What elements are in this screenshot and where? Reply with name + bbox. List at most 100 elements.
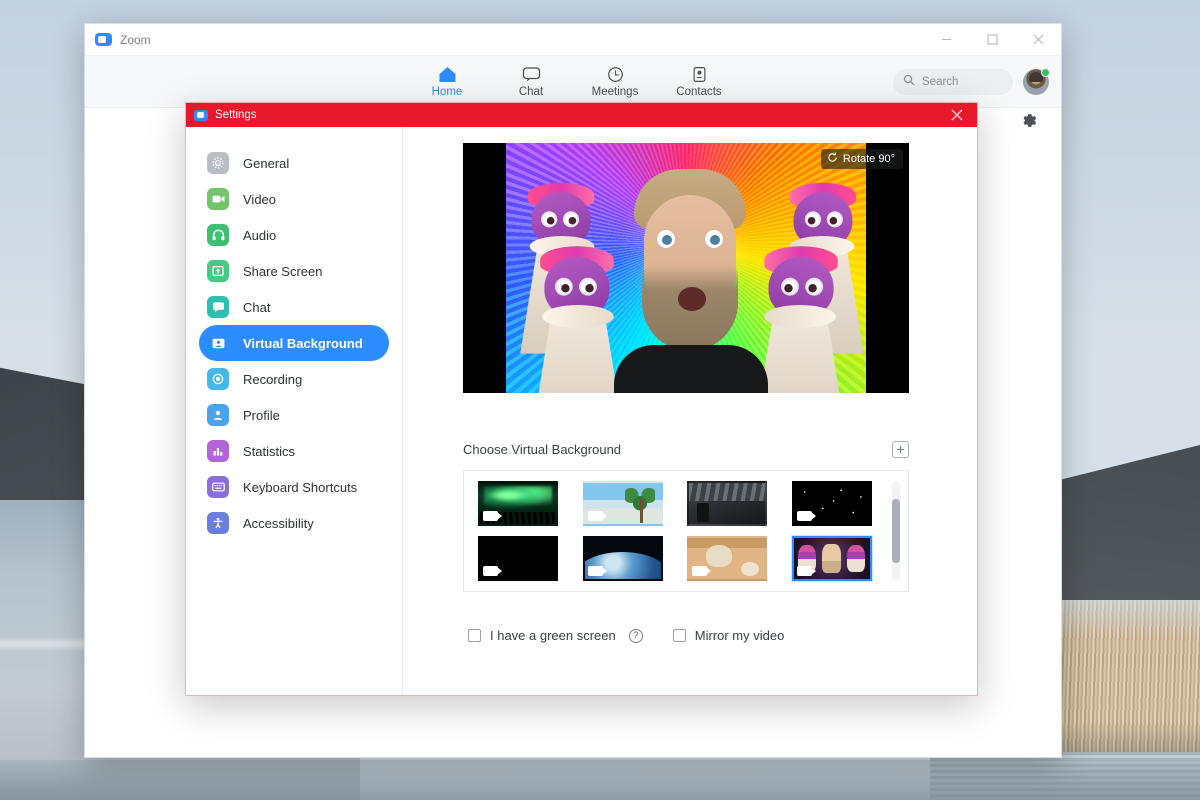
settings-dialog-body: General Video Audio Share Screen Chat Vi…	[186, 127, 977, 695]
thumbnail-muppets-psychedelic[interactable]	[790, 535, 873, 582]
tab-home[interactable]: Home	[422, 66, 472, 98]
settings-dialog-title: Settings	[215, 109, 257, 121]
avatar[interactable]	[1023, 67, 1050, 95]
online-status-badge	[1041, 67, 1050, 77]
sidebar-item-general[interactable]: General	[199, 145, 389, 181]
settings-dialog-titlebar: Settings	[186, 103, 977, 127]
person-card-icon	[207, 332, 229, 354]
video-badge-icon	[796, 511, 816, 521]
thumbnail-black-background[interactable]	[478, 536, 558, 581]
sidebar-item-label: Share Screen	[243, 263, 323, 279]
video-camera-icon	[207, 188, 229, 210]
green-screen-label: I have a green screen	[490, 628, 616, 643]
clock-icon	[606, 66, 625, 84]
rotate-90-button[interactable]: Rotate 90°	[820, 149, 903, 169]
app-title: Zoom	[120, 32, 151, 47]
nav-tab-group: Home Chat Meetings Contacts	[422, 66, 724, 98]
sidebar-item-profile[interactable]: Profile	[199, 397, 389, 433]
thumbnail-earth-from-space[interactable]	[582, 536, 663, 581]
rotate-90-label: Rotate 90°	[842, 153, 895, 165]
mirror-video-checkbox[interactable]: Mirror my video	[672, 628, 785, 643]
sidebar-item-video[interactable]: Video	[199, 181, 389, 217]
thumbnail-tropical-beach[interactable]	[582, 481, 663, 526]
tab-chat-label: Chat	[518, 85, 544, 98]
tab-home-label: Home	[431, 85, 463, 98]
sidebar-item-label: Virtual Background	[243, 335, 363, 351]
sidebar-item-label: Recording	[243, 371, 303, 387]
sidebar-item-label: Accessibility	[243, 515, 314, 531]
zoom-camera-icon	[194, 109, 208, 121]
thumbnail-puppies[interactable]	[687, 536, 767, 581]
thumbnail-starfield[interactable]	[791, 481, 872, 526]
wallpaper-foreground	[0, 760, 1200, 800]
search-placeholder: Search	[922, 75, 959, 88]
thumbnail-grid	[478, 481, 882, 582]
video-preview-background	[506, 143, 866, 393]
checkbox-box[interactable]	[468, 629, 481, 642]
video-badge-icon	[483, 566, 502, 576]
scrollbar-thumb[interactable]	[892, 499, 900, 563]
background-options-row: I have a green screen ? Mirror my video	[463, 628, 953, 643]
video-badge-icon	[587, 566, 607, 576]
sidebar-item-chat[interactable]: Chat	[199, 289, 389, 325]
chat-bubble-icon	[522, 66, 541, 84]
video-badge-icon	[483, 511, 502, 521]
checkbox-box[interactable]	[672, 629, 686, 642]
share-screen-icon	[207, 260, 229, 282]
sidebar-item-accessibility[interactable]: Accessibility	[199, 505, 389, 541]
thumbnail-aurora-borealis[interactable]	[478, 481, 558, 526]
sidebar-item-audio[interactable]: Audio	[199, 217, 389, 253]
virtual-background-thumbnails-panel	[463, 470, 909, 592]
bar-chart-icon	[207, 440, 229, 462]
mirror-video-label: Mirror my video	[694, 628, 785, 643]
accessibility-icon	[207, 512, 229, 534]
tab-meetings-label: Meetings	[591, 85, 639, 98]
question-mark-icon[interactable]: ?	[628, 628, 643, 643]
close-icon[interactable]	[1015, 24, 1061, 55]
tab-chat[interactable]: Chat	[506, 66, 556, 98]
keyboard-icon	[207, 476, 229, 498]
contact-card-icon	[690, 66, 709, 84]
tab-meetings[interactable]: Meetings	[590, 66, 640, 98]
headphones-icon	[207, 224, 229, 246]
desktop-wallpaper: Zoom Home Chat Meetings Contacts Search …	[0, 0, 1200, 800]
thumbnail-scrollbar[interactable]	[892, 481, 900, 581]
sidebar-item-label: Keyboard Shortcuts	[243, 479, 358, 495]
video-badge-icon	[587, 511, 607, 521]
home-icon	[438, 66, 457, 84]
sidebar-item-virtual-background[interactable]: Virtual Background	[199, 325, 389, 361]
settings-close-button[interactable]	[937, 103, 977, 127]
choose-background-label: Choose Virtual Background	[463, 442, 622, 457]
search-icon	[903, 74, 915, 89]
minimize-icon[interactable]	[923, 24, 969, 55]
add-background-button[interactable]	[892, 441, 909, 458]
gear-icon[interactable]	[1021, 112, 1038, 134]
muppet-figure	[754, 246, 846, 393]
thumbnail-spaceship-interior[interactable]	[687, 481, 767, 526]
sidebar-item-label: Chat	[243, 299, 271, 315]
zoom-camera-icon	[95, 33, 112, 46]
rotate-icon	[827, 152, 838, 166]
sidebar-item-label: Video	[243, 191, 277, 207]
tab-contacts-label: Contacts	[676, 85, 722, 98]
nav-right-group: Search	[893, 56, 1050, 107]
main-navigation-bar: Home Chat Meetings Contacts Search	[85, 56, 1061, 108]
sidebar-item-keyboard-shortcuts[interactable]: Keyboard Shortcuts	[199, 469, 389, 505]
search-input[interactable]: Search	[893, 68, 1013, 95]
muppet-figure	[531, 246, 625, 393]
zoom-titlebar: Zoom	[85, 24, 1061, 56]
settings-sidebar: General Video Audio Share Screen Chat Vi…	[186, 127, 403, 695]
sidebar-item-share-screen[interactable]: Share Screen	[199, 253, 389, 289]
window-controls	[923, 24, 1061, 55]
video-preview: Rotate 90°	[463, 143, 909, 393]
sidebar-item-statistics[interactable]: Statistics	[199, 433, 389, 469]
video-badge-icon	[796, 566, 816, 576]
gear-icon	[207, 152, 229, 174]
maximize-icon[interactable]	[969, 24, 1015, 55]
sidebar-item-recording[interactable]: Recording	[199, 361, 389, 397]
tab-contacts[interactable]: Contacts	[674, 66, 724, 98]
green-screen-checkbox[interactable]: I have a green screen ?	[468, 628, 643, 643]
sidebar-item-label: General	[243, 155, 290, 171]
settings-content-panel: Rotate 90° Choose Virtual Background I h…	[403, 127, 977, 695]
sidebar-item-label: Statistics	[243, 443, 296, 459]
